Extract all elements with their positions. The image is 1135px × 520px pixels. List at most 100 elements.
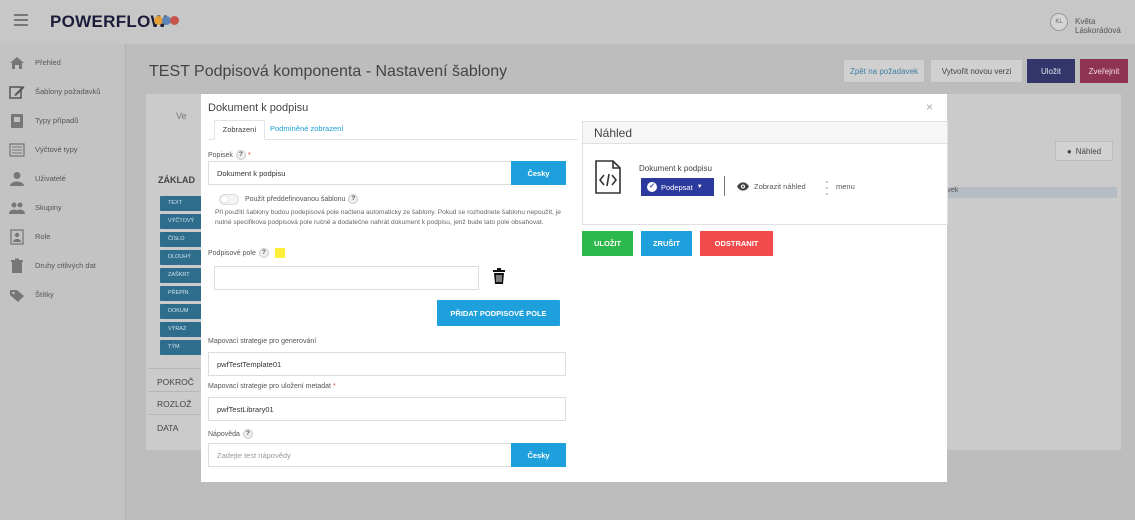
sidebar: Přehled Šablony požadavků Typy případů V…: [0, 44, 126, 520]
toggle-knob: [221, 196, 228, 203]
cancel-button[interactable]: ZRUŠIT: [641, 231, 692, 256]
preview-panel: Náhled Dokument k podpisu ✓ Podepsat ▼ Z…: [582, 121, 948, 225]
sidebar-item-label: Uživatelé: [35, 174, 66, 183]
palette-chip[interactable]: TÝM: [160, 340, 202, 355]
background-selected-row: rvek: [940, 187, 1117, 198]
popisek-language-button[interactable]: Česky: [511, 161, 566, 185]
template-info-text: Při použití šablony budou podepisová pol…: [215, 209, 561, 226]
mapping-save-label-row: Mapovací strategie pro uložení metadat *: [208, 383, 336, 390]
palette-chip[interactable]: VÝČTOVÝ: [160, 214, 202, 229]
remove-button[interactable]: ODSTRANIT: [700, 231, 773, 256]
vertical-divider: [724, 176, 725, 196]
mapping-gen-input[interactable]: pwfTestTemplate01: [208, 352, 566, 376]
background-preview-button[interactable]: ● Náhled: [1055, 141, 1113, 161]
napoveda-label: Nápověda: [208, 430, 240, 438]
trash-bin-icon: [11, 258, 23, 273]
divider: [148, 414, 202, 415]
sidebar-item-role[interactable]: Role: [0, 222, 125, 251]
menu-link[interactable]: menu: [836, 182, 855, 191]
popisek-label-row: Popisek? *: [208, 150, 251, 160]
home-icon: [10, 56, 24, 69]
signature-field-input[interactable]: [214, 266, 479, 290]
sidebar-item-skupiny[interactable]: Skupiny: [0, 193, 125, 222]
modal-title: Dokument k podpisu: [208, 102, 309, 114]
case-icon: [11, 113, 23, 128]
section-data[interactable]: DATA: [157, 423, 178, 433]
component-settings-modal: Dokument k podpisu × Zobrazení Podmíněné…: [201, 94, 948, 482]
hamburger-menu-icon[interactable]: [14, 14, 28, 29]
kebab-menu-icon[interactable]: · · ·: [825, 177, 829, 200]
tab-zobrazeni[interactable]: Zobrazení: [214, 120, 265, 140]
sidebar-item-prehled[interactable]: Přehled: [0, 48, 125, 77]
role-icon: [10, 228, 24, 245]
sign-button-label: Podepsat: [661, 182, 693, 192]
sidebar-item-typy-pripadu[interactable]: Typy případů: [0, 106, 125, 135]
help-icon[interactable]: ?: [348, 194, 359, 204]
palette-chip[interactable]: VÝRAZ: [160, 322, 202, 337]
highlight-marker: [274, 248, 285, 258]
save-button[interactable]: ULOŽIT: [582, 231, 633, 256]
preview-title: Náhled: [583, 122, 947, 144]
sign-dropdown-button[interactable]: ✓ Podepsat ▼: [641, 178, 714, 196]
sidebar-item-stitky[interactable]: Štítky: [0, 280, 125, 309]
palette-chip[interactable]: DLOUHÝ: [160, 250, 202, 265]
list-icon: [9, 142, 25, 157]
component-palette: TEXT VÝČTOVÝ ČÍSLO DLOUHÝ ZAŠKRT PŘEPÍN …: [160, 196, 202, 358]
help-icon[interactable]: ?: [242, 429, 253, 439]
palette-chip[interactable]: PŘEPÍN: [160, 286, 202, 301]
section-pokrocile[interactable]: POKROČ: [157, 377, 194, 387]
sidebar-item-druhy-citlivych-dat[interactable]: Druhy citlivých dat: [0, 251, 125, 280]
divider: [148, 391, 202, 392]
trash-icon[interactable]: [492, 268, 506, 284]
sidebar-item-label: Přehled: [35, 58, 61, 67]
preview-document-name: Dokument k podpisu: [639, 164, 712, 173]
background-preview-label: Náhled: [1075, 146, 1102, 156]
save-template-button[interactable]: Uložit: [1027, 59, 1075, 83]
popisek-input[interactable]: Dokument k podpisu: [208, 161, 512, 185]
brand-dots-icon: [154, 16, 179, 28]
check-circle-icon: ✓: [647, 182, 657, 192]
add-signature-field-button[interactable]: PŘIDAT PODPISOVÉ POLE: [437, 300, 560, 326]
publish-button[interactable]: Zveřejnit: [1080, 59, 1128, 83]
predefined-template-toggle[interactable]: [219, 194, 239, 205]
eye-icon[interactable]: [737, 182, 749, 191]
section-zaklad: ZÁKLAD: [158, 175, 195, 185]
sidebar-item-sablony[interactable]: Šablony požadavků: [0, 77, 125, 106]
modal-tabs: Zobrazení Podmíněné zobrazení: [208, 120, 578, 140]
napoveda-language-button[interactable]: Česky: [511, 443, 566, 467]
required-mark: *: [247, 151, 251, 159]
sidebar-item-uzivatele[interactable]: Uživatelé: [0, 164, 125, 193]
tag-icon: [10, 289, 24, 302]
sidebar-item-label: Skupiny: [35, 203, 62, 212]
palette-chip[interactable]: ČÍSLO: [160, 232, 202, 247]
palette-chip[interactable]: ZAŠKRT: [160, 268, 202, 283]
palette-chip[interactable]: TEXT: [160, 196, 202, 211]
back-to-request-button[interactable]: Zpět na požadavek: [843, 59, 925, 83]
group-icon: [9, 202, 25, 214]
edit-icon: [9, 85, 25, 99]
show-preview-link[interactable]: Zobrazit náhled: [754, 182, 806, 191]
sidebar-item-label: Štítky: [35, 290, 54, 299]
user-icon: [10, 171, 24, 186]
page-title: TEST Podpisová komponenta - Nastavení ša…: [149, 63, 508, 80]
section-rozlozeni[interactable]: ROZLOŽ: [157, 399, 191, 409]
close-icon[interactable]: ×: [926, 100, 933, 114]
napoveda-label-row: Nápověda?: [208, 429, 253, 439]
signature-label: Podpisové pole: [208, 249, 256, 257]
signature-label-row: Podpisové pole?: [208, 248, 285, 258]
sidebar-item-label: Druhy citlivých dat: [35, 261, 96, 270]
tab-podminene-zobrazeni[interactable]: Podmíněné zobrazení: [270, 120, 343, 140]
help-icon[interactable]: ?: [258, 248, 269, 258]
napoveda-input[interactable]: Zadejte test nápovědy: [208, 443, 512, 467]
required-mark: *: [332, 383, 336, 390]
palette-chip[interactable]: DOKUM: [160, 304, 202, 319]
user-name[interactable]: Květa Láskorádová: [1075, 17, 1135, 35]
user-avatar[interactable]: KL: [1050, 13, 1068, 31]
toggle-label-row: Použít předdefinovanou šablonu?: [245, 194, 359, 204]
sidebar-item-vyctove-typy[interactable]: Výčtové typy: [0, 135, 125, 164]
new-version-button[interactable]: Vytvořit novou verzi: [930, 59, 1023, 83]
mapping-save-input[interactable]: pwfTestLibrary01: [208, 397, 566, 421]
help-icon[interactable]: ?: [235, 150, 246, 160]
version-label: Ve: [176, 111, 187, 121]
brand-logo: POWERFLOW: [50, 12, 167, 31]
